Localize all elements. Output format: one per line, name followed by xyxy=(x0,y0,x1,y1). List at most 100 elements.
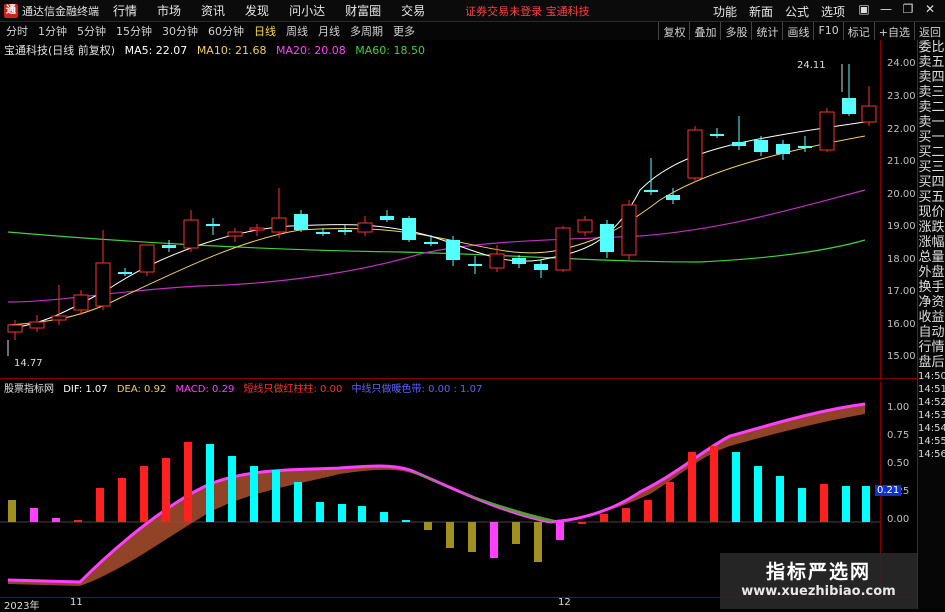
menu-market-quotes[interactable]: 行情 xyxy=(113,2,137,19)
tool-mark[interactable]: 标记 xyxy=(842,22,874,40)
macd-bar xyxy=(316,502,324,522)
side-panel-item[interactable]: 14:54 xyxy=(918,422,945,435)
candle-body xyxy=(666,195,680,200)
period-daily[interactable]: 日线 xyxy=(254,23,276,39)
candle-body xyxy=(402,218,416,240)
side-panel-item[interactable]: 买一 xyxy=(918,130,945,145)
maximize-icon[interactable]: ❐ xyxy=(897,2,919,16)
candle-body xyxy=(710,134,724,136)
tool-stats[interactable]: 统计 xyxy=(751,22,782,40)
macd-bar xyxy=(140,466,148,522)
tool-draw[interactable]: 画线 xyxy=(782,22,813,40)
period-weekly[interactable]: 周线 xyxy=(286,23,308,39)
candle-body xyxy=(206,224,220,226)
macd-bar xyxy=(776,476,784,522)
right-menu: 功能 新面 公式 选项 xyxy=(701,3,845,20)
macd-bar xyxy=(358,506,366,522)
side-panel-item[interactable]: 外盘 xyxy=(918,265,945,280)
period-60min[interactable]: 60分钟 xyxy=(208,23,244,39)
side-panel-item[interactable]: 净资 xyxy=(918,295,945,310)
price-tick: 16.00 xyxy=(887,319,916,330)
candle-body xyxy=(687,129,703,179)
tool-adjust[interactable]: 复权 xyxy=(658,22,689,40)
candle-body xyxy=(534,264,548,270)
side-panel-item[interactable]: 涨跌 xyxy=(918,220,945,235)
menu-discover[interactable]: 发现 xyxy=(245,2,269,19)
period-5min[interactable]: 5分钟 xyxy=(77,23,106,39)
candle-body xyxy=(776,144,790,154)
period-15min[interactable]: 15分钟 xyxy=(116,23,152,39)
side-panel-item[interactable]: 14:52 xyxy=(918,396,945,409)
macd-bar xyxy=(380,512,388,522)
side-panel-item[interactable]: 收益 xyxy=(918,310,945,325)
kline-chart[interactable]: 24.11 14.77 xyxy=(0,40,880,378)
side-panel-item[interactable]: 行情 xyxy=(918,340,945,355)
menu-news[interactable]: 资讯 xyxy=(201,2,225,19)
site-watermark: 指标严选网 www.xuezhibiao.com xyxy=(720,553,917,609)
side-panel-item[interactable]: 卖一 xyxy=(918,115,945,130)
side-panel-item[interactable]: 现价 xyxy=(918,205,945,220)
period-monthly[interactable]: 月线 xyxy=(318,23,340,39)
candle-body xyxy=(316,232,330,234)
menu-layout[interactable]: 新面 xyxy=(749,3,773,20)
period-30min[interactable]: 30分钟 xyxy=(162,23,198,39)
tool-multi-stock[interactable]: 多股 xyxy=(720,22,751,40)
menu-market[interactable]: 市场 xyxy=(157,2,181,19)
candle-body xyxy=(118,272,132,274)
login-status[interactable]: 证券交易未登录 宝通科技 xyxy=(465,3,590,19)
side-panel-item[interactable]: 14:53 xyxy=(918,409,945,422)
macd-bar xyxy=(96,488,104,522)
side-panel-item[interactable]: 14:51 xyxy=(918,383,945,396)
side-panel-item[interactable]: 盘后 xyxy=(918,355,945,370)
side-panel-item[interactable]: 卖三 xyxy=(918,85,945,100)
price-tick: 20.00 xyxy=(887,189,916,200)
menu-wealth[interactable]: 财富圈 xyxy=(345,2,381,19)
period-more[interactable]: 更多 xyxy=(393,23,415,39)
side-panel-item[interactable]: 自动 xyxy=(918,325,945,340)
period-1min[interactable]: 1分钟 xyxy=(38,23,67,39)
period-intraday[interactable]: 分时 xyxy=(6,23,28,39)
side-panel-item[interactable]: 14:50 xyxy=(918,370,945,383)
menu-formula[interactable]: 公式 xyxy=(785,3,809,20)
candle-body xyxy=(424,242,438,244)
side-panel-item[interactable]: 卖四 xyxy=(918,70,945,85)
candle-body xyxy=(357,222,373,233)
side-panel-item[interactable]: 买五 xyxy=(918,190,945,205)
candle-body xyxy=(489,253,505,269)
macd-bar xyxy=(666,482,674,522)
tool-back[interactable]: 返回 xyxy=(914,22,945,40)
side-panel-item[interactable]: 14:55 xyxy=(918,435,945,448)
side-panel-item[interactable]: 卖五 xyxy=(918,55,945,70)
side-panel-item[interactable]: 委比 xyxy=(918,40,945,55)
restore-icon[interactable]: ▣ xyxy=(853,2,875,16)
tool-f10[interactable]: F10 xyxy=(813,22,842,40)
ma10-line xyxy=(7,135,866,326)
side-panel-item[interactable]: 总量 xyxy=(918,250,945,265)
side-panel-item[interactable]: 买二 xyxy=(918,145,945,160)
minimize-icon[interactable]: — xyxy=(875,2,897,16)
macd-bar xyxy=(52,518,60,522)
ma20-line xyxy=(7,189,866,303)
macd-bar xyxy=(644,500,652,522)
side-panel-item[interactable]: 14:56 xyxy=(918,448,945,461)
macd-bar xyxy=(424,522,432,530)
side-panel-item[interactable]: 买四 xyxy=(918,175,945,190)
close-icon[interactable]: ✕ xyxy=(919,2,941,16)
macd-bar xyxy=(338,504,346,522)
menu-trade[interactable]: 交易 xyxy=(401,2,425,19)
menu-ask[interactable]: 问小达 xyxy=(289,2,325,19)
price-tick: 17.00 xyxy=(887,286,916,297)
side-panel-item[interactable]: 涨幅 xyxy=(918,235,945,250)
title-bar: 通 通达信金融终端 行情 市场 资讯 发现 问小达 财富圈 交易 证券交易未登录… xyxy=(0,0,945,22)
menu-functions[interactable]: 功能 xyxy=(713,3,737,20)
side-panel-item[interactable]: 买三 xyxy=(918,160,945,175)
menu-options[interactable]: 选项 xyxy=(821,3,845,20)
macd-bar xyxy=(228,456,236,522)
tool-overlay[interactable]: 叠加 xyxy=(689,22,720,40)
macd-bar xyxy=(118,478,126,522)
side-panel-item[interactable]: 卖二 xyxy=(918,100,945,115)
chart-tools: 复权 叠加 多股 统计 画线 F10 标记 +自选 返回 xyxy=(658,22,945,40)
period-multi[interactable]: 多周期 xyxy=(350,23,383,39)
tool-add-watchlist[interactable]: +自选 xyxy=(873,22,914,40)
side-panel-item[interactable]: 换手 xyxy=(918,280,945,295)
